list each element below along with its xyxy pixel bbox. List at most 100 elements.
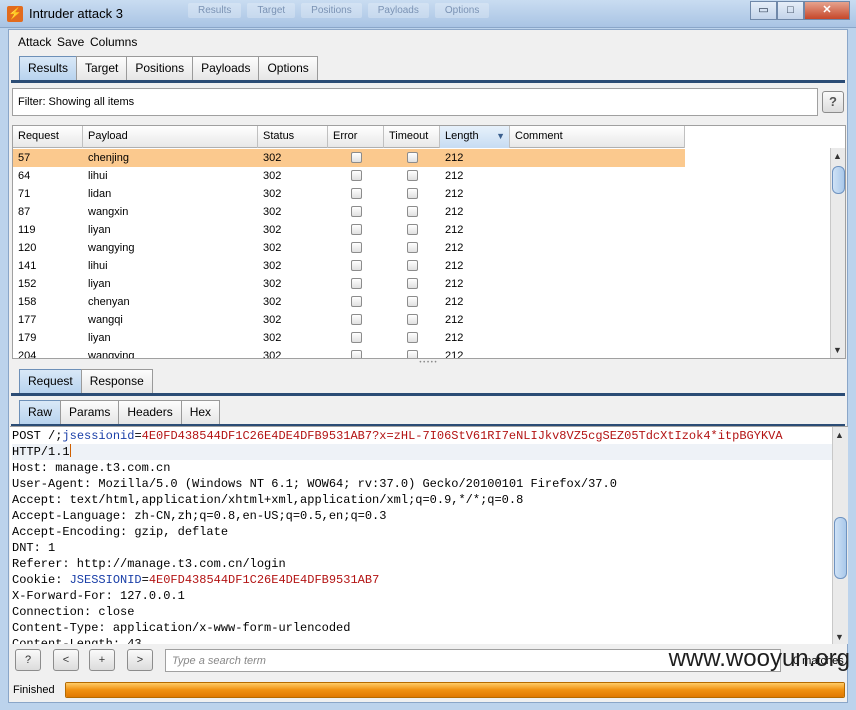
scroll-down-icon[interactable]: ▼ [833, 345, 842, 355]
table-row[interactable]: 57 chenjing 302 212 [13, 149, 685, 167]
timeout-checkbox [406, 242, 418, 253]
cookie-prefix: Cookie: [12, 573, 70, 587]
error-checkbox-cell [328, 185, 384, 203]
tab-hex[interactable]: Hex [180, 400, 221, 424]
comment-cell [510, 239, 685, 257]
col-status[interactable]: Status [258, 126, 328, 148]
length-cell: 212 [445, 188, 464, 200]
status-cell: 302 [263, 206, 282, 218]
menu-attack[interactable]: Attack [18, 35, 51, 49]
header-line: Connection: close [12, 605, 135, 619]
editor-scroll-thumb[interactable] [834, 517, 847, 579]
table-row[interactable]: 179 liyan 302 212 [13, 329, 685, 347]
close-button[interactable]: ✕ [804, 1, 850, 20]
tab-headers[interactable]: Headers [118, 400, 182, 424]
col-request[interactable]: Request [13, 126, 83, 148]
table-row[interactable]: 141 lihui 302 212 [13, 257, 685, 275]
http-version-line: HTTP/1.1 [12, 444, 832, 460]
error-checkbox-cell [328, 257, 384, 275]
status-bar: Finished [9, 678, 847, 702]
table-row[interactable]: 119 liyan 302 212 [13, 221, 685, 239]
table-row[interactable]: 71 lidan 302 212 [13, 185, 685, 203]
error-checkbox [350, 278, 362, 289]
table-row[interactable]: 204 wangying 302 212 [13, 347, 685, 359]
ghost-tab: Payloads [367, 3, 429, 18]
text-caret [69, 444, 71, 457]
table-row[interactable]: 64 lihui 302 212 [13, 167, 685, 185]
search-help-button[interactable]: ? [15, 649, 41, 671]
request-cell: 64 [18, 170, 31, 182]
filter-bar[interactable]: Filter: Showing all items [12, 88, 818, 116]
tab-request[interactable]: Request [19, 369, 82, 393]
minimize-button[interactable]: ▭ [750, 1, 777, 20]
col-length-label: Length [445, 130, 479, 142]
col-length[interactable]: Length ▼ [440, 126, 510, 148]
tab-label: Results [28, 61, 69, 75]
tab-response[interactable]: Response [80, 369, 153, 393]
scroll-up-icon[interactable]: ▲ [833, 151, 842, 161]
length-cell: 212 [445, 152, 464, 164]
status-cell: 302 [263, 242, 282, 254]
editor-scrollbar[interactable]: ▲ ▼ [832, 427, 848, 644]
length-cell: 212 [445, 224, 464, 236]
status-cell: 302 [263, 314, 282, 326]
menu-save[interactable]: Save [57, 35, 84, 49]
timeout-checkbox-cell [384, 311, 440, 329]
table-scroll-thumb[interactable] [832, 166, 845, 194]
tab-underline [11, 80, 845, 83]
tab-options[interactable]: Options [258, 56, 318, 80]
table-row[interactable]: 120 wangying 302 212 [13, 239, 685, 257]
tab-params[interactable]: Params [60, 400, 120, 424]
comment-cell [510, 293, 685, 311]
tab-positions[interactable]: Positions [126, 56, 194, 80]
equals-sign: = [141, 573, 149, 587]
results-table: Request Payload Status Error Timeout Len… [12, 125, 846, 359]
header-line: User-Agent: Mozilla/5.0 (Windows NT 6.1;… [12, 477, 617, 491]
cookie-line: Cookie: JSESSIONID=4E0FD438544DF1C26E4DE… [12, 572, 832, 588]
status-cell: 302 [263, 350, 282, 359]
scroll-down-icon[interactable]: ▼ [835, 632, 844, 642]
table-row[interactable]: 177 wangqi 302 212 [13, 311, 685, 329]
next-match-button[interactable]: > [127, 649, 153, 671]
length-cell: 212 [445, 296, 464, 308]
request-method: POST /; [12, 429, 63, 443]
tab-payloads[interactable]: Payloads [192, 56, 260, 80]
length-cell: 212 [445, 350, 464, 359]
table-header: Request Payload Status Error Timeout Len… [13, 126, 685, 148]
length-cell: 212 [445, 242, 464, 254]
pane-splitter[interactable]: • • • • • [9, 360, 847, 366]
payload-cell: wangying [88, 242, 135, 254]
payload-cell: wangxin [88, 206, 129, 218]
payload-cell: lihui [88, 260, 108, 272]
watermark: www.wooyun.org [668, 645, 850, 672]
request-text: POST /;jsessionid=4E0FD438544DF1C26E4DE4… [12, 428, 832, 644]
col-timeout[interactable]: Timeout [384, 126, 440, 148]
menu-columns[interactable]: Columns [90, 35, 137, 49]
tab-target[interactable]: Target [76, 56, 128, 80]
tab-raw[interactable]: Raw [19, 400, 62, 424]
col-comment[interactable]: Comment [510, 126, 685, 148]
previous-match-button[interactable]: < [53, 649, 79, 671]
table-row[interactable]: 87 wangxin 302 212 [13, 203, 685, 221]
comment-cell [510, 167, 685, 185]
comment-cell [510, 347, 685, 358]
col-error[interactable]: Error [328, 126, 384, 148]
col-payload[interactable]: Payload [83, 126, 258, 148]
table-row[interactable]: 152 liyan 302 212 [13, 275, 685, 293]
timeout-checkbox [406, 332, 418, 343]
request-cell: 120 [18, 242, 37, 254]
filter-help-button[interactable]: ? [822, 91, 844, 113]
payload-cell: wangying [88, 350, 135, 359]
maximize-button[interactable]: □ [777, 1, 804, 20]
raw-request-editor[interactable]: POST /;jsessionid=4E0FD438544DF1C26E4DE4… [10, 426, 848, 644]
tab-label: Options [267, 61, 309, 75]
add-search-button[interactable]: + [89, 649, 115, 671]
comment-cell [510, 257, 685, 275]
payload-cell: wangqi [88, 314, 123, 326]
error-checkbox [350, 350, 362, 358]
table-scrollbar[interactable]: ▲ ▼ [830, 148, 845, 358]
table-row[interactable]: 158 chenyan 302 212 [13, 293, 685, 311]
error-checkbox [350, 260, 362, 271]
tab-results[interactable]: Results [19, 56, 78, 80]
scroll-up-icon[interactable]: ▲ [835, 430, 844, 440]
